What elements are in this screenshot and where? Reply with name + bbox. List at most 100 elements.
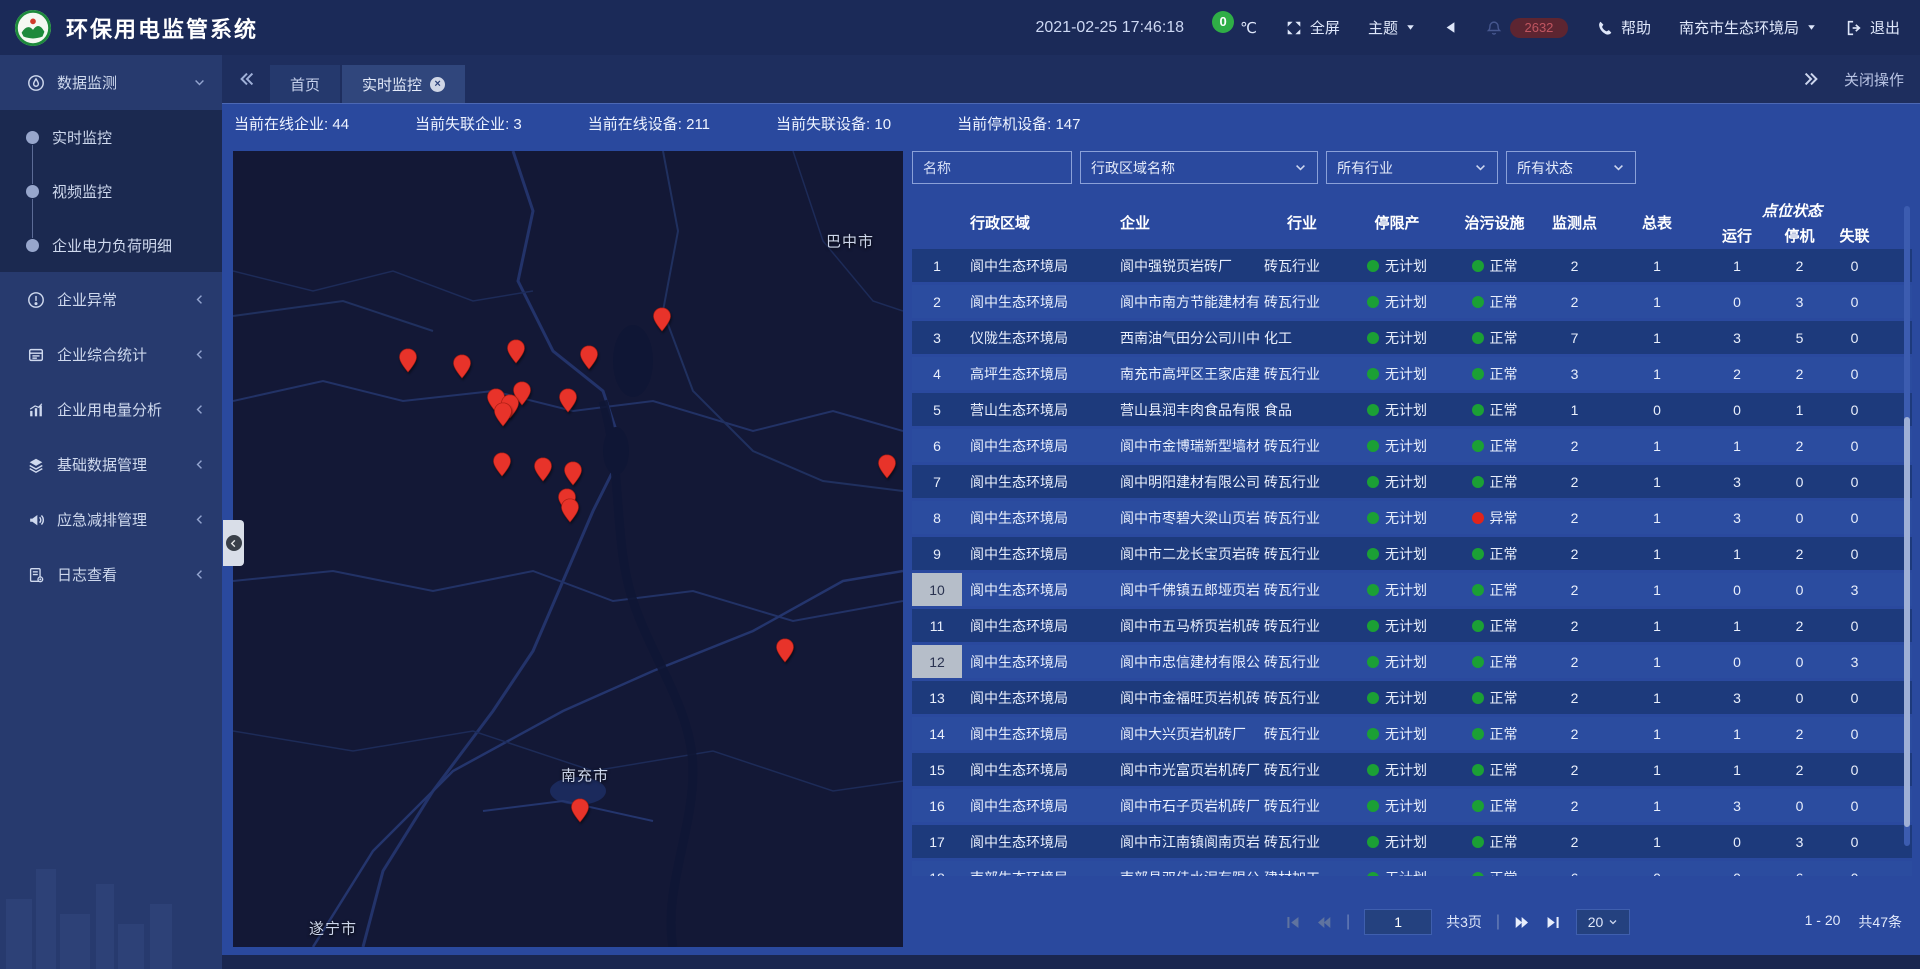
map-pin-icon[interactable] <box>878 454 897 479</box>
sidebar-subitem-企业电力负荷明细[interactable]: 企业电力负荷明细 <box>0 218 222 272</box>
table-row[interactable]: 17阆中生态环境局阆中市江南镇阆南页岩砖瓦行业无计划正常21030 <box>912 825 1912 858</box>
cell-pollution-facility: 正常 <box>1452 393 1537 426</box>
table-row[interactable]: 10阆中生态环境局阆中千佛镇五郎垭页岩砖瓦行业无计划正常21003 <box>912 573 1912 606</box>
panel-collapse-button[interactable] <box>223 520 244 566</box>
voice-mute-button[interactable] <box>1444 21 1457 34</box>
cell-pollution-facility: 正常 <box>1452 537 1537 570</box>
cell-production-limit: 无计划 <box>1342 393 1452 426</box>
cell-monitor-points: 6 <box>1537 861 1612 876</box>
theme-dropdown[interactable]: 主题 <box>1368 17 1416 38</box>
table-row[interactable]: 3仪陇生态环境局西南油气田分公司川中化工无计划正常71350 <box>912 321 1912 354</box>
cell-total-meters: 1 <box>1612 645 1702 678</box>
last-page-button[interactable] <box>1545 914 1562 931</box>
map-pin-icon[interactable] <box>453 354 472 379</box>
industry-select[interactable]: 所有行业 <box>1326 151 1498 184</box>
temperature-unit: ℃ <box>1240 19 1257 37</box>
tab-close-icon[interactable]: × <box>430 77 445 92</box>
page-number-input[interactable] <box>1364 909 1432 935</box>
table-row[interactable]: 4高坪生态环境局南充市高坪区王家店建砖瓦行业无计划正常31220 <box>912 357 1912 390</box>
map-pin-icon[interactable] <box>559 388 578 413</box>
first-page-button[interactable] <box>1284 914 1301 931</box>
tab-home[interactable]: 首页 <box>270 65 340 103</box>
status-select[interactable]: 所有状态 <box>1506 151 1636 184</box>
status-dot-green <box>1367 296 1379 308</box>
table-row[interactable]: 9阆中生态环境局阆中市二龙长宝页岩砖砖瓦行业无计划正常21120 <box>912 537 1912 570</box>
speaker-icon <box>1444 21 1457 34</box>
scrollbar-thumb[interactable] <box>1904 417 1910 827</box>
datetime-label: 2021-02-25 17:46:18 <box>1035 19 1184 37</box>
map-pin-icon[interactable] <box>534 457 553 482</box>
name-search-input[interactable] <box>923 160 1061 176</box>
table-row[interactable]: 15阆中生态环境局阆中市光富页岩机砖厂砖瓦行业无计划正常21120 <box>912 753 1912 786</box>
table-row[interactable]: 14阆中生态环境局阆中大兴页岩机砖厂砖瓦行业无计划正常21120 <box>912 717 1912 750</box>
table-row[interactable]: 2阆中生态环境局阆中市南方节能建材有砖瓦行业无计划正常21030 <box>912 285 1912 318</box>
chevron-down-icon <box>1608 917 1618 927</box>
cell-pollution-facility: 正常 <box>1452 249 1537 282</box>
name-search-field[interactable] <box>912 151 1072 184</box>
table-row[interactable]: 1阆中生态环境局阆中强锐页岩砖厂砖瓦行业无计划正常21120 <box>912 249 1912 282</box>
map-pin-icon[interactable] <box>493 452 512 477</box>
cell-production-limit: 无计划 <box>1342 609 1452 642</box>
map-pin-icon[interactable] <box>494 402 513 427</box>
table-row[interactable]: 18南部生态环境局南部县双佳水泥有限公建材加工无计划正常60060 <box>912 861 1912 876</box>
chevron-down-icon <box>1294 161 1307 174</box>
map-pin-icon[interactable] <box>507 339 526 364</box>
tabs-scroll-right-icon[interactable] <box>1802 70 1820 88</box>
fullscreen-button[interactable]: 全屏 <box>1285 17 1340 38</box>
alert-icon <box>27 291 45 309</box>
close-operations-button[interactable]: 关闭操作 <box>1844 69 1904 90</box>
cell-stopped: 0 <box>1772 501 1827 534</box>
sidebar-item-5[interactable]: 基础数据管理 <box>0 437 222 492</box>
table-row[interactable]: 6阆中生态环境局阆中市金博瑞新型墙材砖瓦行业无计划正常21120 <box>912 429 1912 462</box>
status-dot-green <box>1367 728 1379 740</box>
sidebar-item-1[interactable]: 数据监测 <box>0 55 222 110</box>
next-page-button[interactable] <box>1514 914 1531 931</box>
cell-industry: 砖瓦行业 <box>1262 357 1342 390</box>
table-row[interactable]: 16阆中生态环境局阆中市石子页岩机砖厂砖瓦行业无计划正常21300 <box>912 789 1912 822</box>
table-row[interactable]: 13阆中生态环境局阆中市金福旺页岩机砖砖瓦行业无计划正常21300 <box>912 681 1912 714</box>
map-pin-icon[interactable] <box>399 348 418 373</box>
tabs-scroll-left-icon[interactable] <box>238 70 256 88</box>
notification-button[interactable]: 2632 <box>1485 18 1568 38</box>
cell-pollution-facility: 异常 <box>1452 501 1537 534</box>
map-pin-icon[interactable] <box>653 307 672 332</box>
map-pin-icon[interactable] <box>571 798 590 823</box>
cell-industry: 砖瓦行业 <box>1262 249 1342 282</box>
total-rows-label: 共47条 <box>1858 912 1902 932</box>
help-button[interactable]: 帮助 <box>1596 17 1651 38</box>
previous-page-button[interactable] <box>1315 914 1332 931</box>
table-row[interactable]: 5营山生态环境局营山县润丰肉食品有限食品无计划正常10010 <box>912 393 1912 426</box>
table-row[interactable]: 8阆中生态环境局阆中市枣碧大梁山页岩砖瓦行业无计划异常21300 <box>912 501 1912 534</box>
sidebar-item-6[interactable]: 应急减排管理 <box>0 492 222 547</box>
map-pin-icon[interactable] <box>561 498 580 523</box>
map-pin-icon[interactable] <box>564 461 583 486</box>
map-panel[interactable]: 巴中市南充市遂宁市 <box>233 151 903 947</box>
cell-region: 营山生态环境局 <box>962 393 1112 426</box>
tab-bar: 首页 实时监控 × 关闭操作 <box>222 55 1920 103</box>
sidebar-item-2[interactable]: 企业异常 <box>0 272 222 327</box>
sidebar-item-4[interactable]: 企业用电量分析 <box>0 382 222 437</box>
region-select[interactable]: 行政区域名称 <box>1080 151 1318 184</box>
org-dropdown[interactable]: 南充市生态环境局 <box>1679 17 1817 38</box>
map-pin-icon[interactable] <box>580 345 599 370</box>
cell-region: 阆中生态环境局 <box>962 249 1112 282</box>
cell-total-meters: 1 <box>1612 465 1702 498</box>
table-row[interactable]: 12阆中生态环境局阆中市忠信建材有限公砖瓦行业无计划正常21003 <box>912 645 1912 678</box>
cell-monitor-points: 7 <box>1537 321 1612 354</box>
map-pin-icon[interactable] <box>776 638 795 663</box>
sidebar: 数据监测实时监控视频监控企业电力负荷明细企业异常企业综合统计企业用电量分析基础数… <box>0 55 222 969</box>
table-row[interactable]: 11阆中生态环境局阆中市五马桥页岩机砖砖瓦行业无计划正常21120 <box>912 609 1912 642</box>
status-dot-green <box>1367 440 1379 452</box>
sidebar-subitem-视频监控[interactable]: 视频监控 <box>0 164 222 218</box>
tab-realtime-monitor[interactable]: 实时监控 × <box>342 65 465 103</box>
total-pages-label: 共3页 <box>1446 912 1482 932</box>
table-scrollbar[interactable] <box>1904 206 1910 846</box>
logout-button[interactable]: 退出 <box>1845 17 1900 38</box>
status-dot-green <box>1472 692 1484 704</box>
table-row[interactable]: 7阆中生态环境局阆中明阳建材有限公司砖瓦行业无计划正常21300 <box>912 465 1912 498</box>
sidebar-subitem-实时监控[interactable]: 实时监控 <box>0 110 222 164</box>
sidebar-item-3[interactable]: 企业综合统计 <box>0 327 222 382</box>
sidebar-item-7[interactable]: 日志查看 <box>0 547 222 602</box>
cell-region: 阆中生态环境局 <box>962 789 1112 822</box>
page-size-select[interactable]: 20 <box>1576 909 1630 935</box>
